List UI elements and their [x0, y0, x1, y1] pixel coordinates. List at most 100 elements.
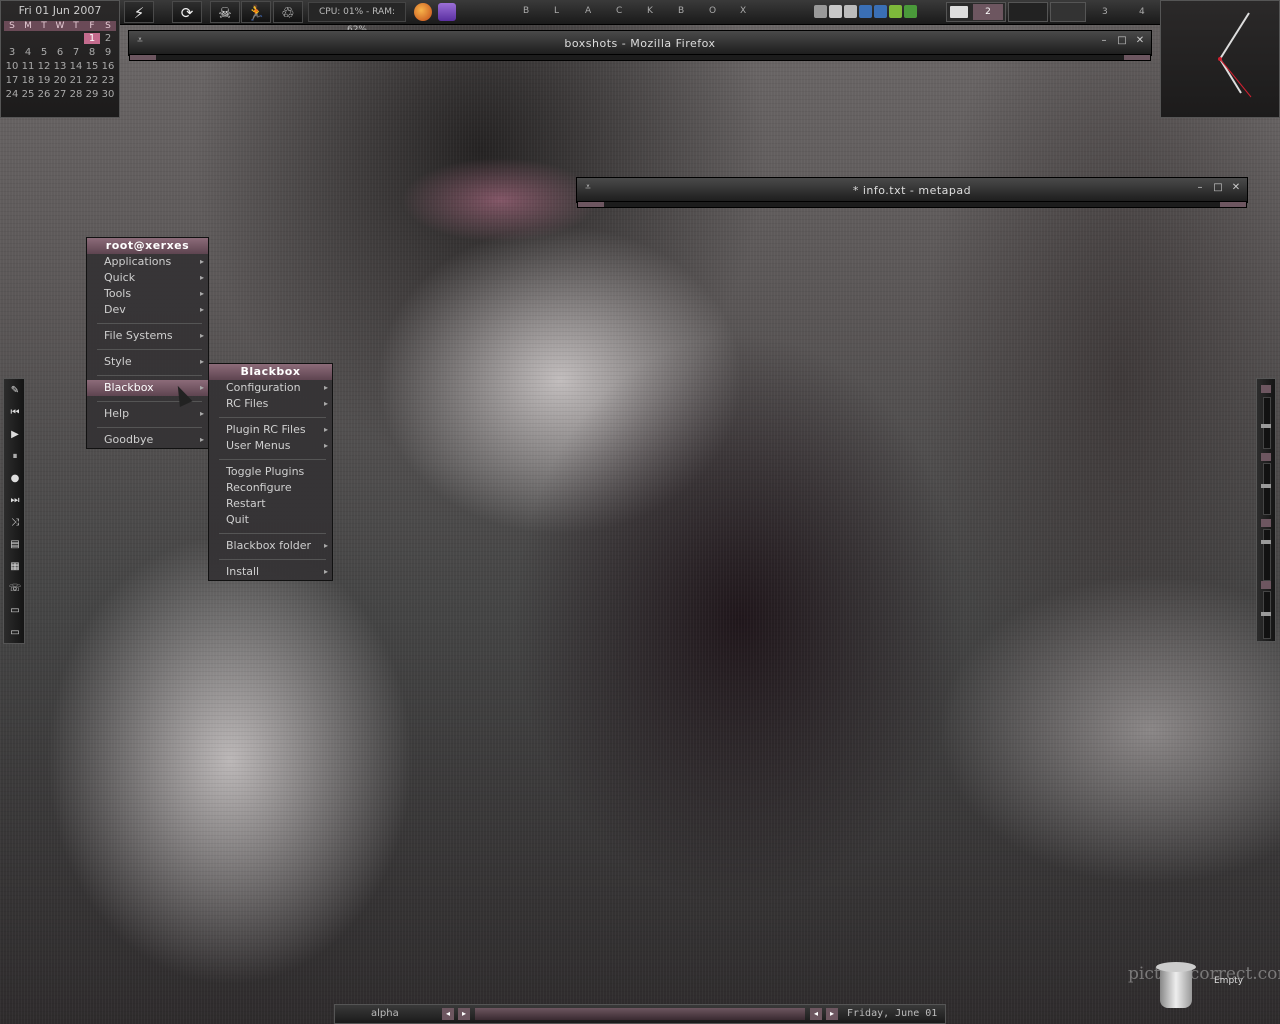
calendar-day[interactable]: 2 — [100, 33, 116, 44]
menu-item-style[interactable]: Style — [87, 354, 208, 370]
resize-grip-right[interactable] — [1124, 55, 1150, 60]
workspace-letter[interactable]: A — [585, 6, 592, 16]
chart-icon[interactable]: ▦ — [7, 559, 23, 575]
calendar-day[interactable]: 26 — [36, 89, 52, 100]
menu-item-plugin-rc-files[interactable]: Plugin RC Files — [209, 422, 332, 438]
calendar-day[interactable]: 23 — [100, 75, 116, 86]
calendar-day[interactable] — [4, 33, 20, 44]
network-icon[interactable] — [814, 5, 827, 18]
prev-workspace-button[interactable]: ◂ — [442, 1008, 454, 1020]
resize-grip-left[interactable] — [130, 55, 156, 60]
trash-icon[interactable] — [1156, 962, 1196, 1008]
menu-item-rc-files[interactable]: RC Files — [209, 396, 332, 412]
calendar-day[interactable]: 20 — [52, 75, 68, 86]
menu-item-dev[interactable]: Dev — [87, 302, 208, 318]
menu-item-help[interactable]: Help — [87, 406, 208, 422]
skip-forward-icon[interactable]: ⏭ — [7, 493, 23, 509]
workspace-pager[interactable]: 3 4 — [1008, 2, 1158, 22]
mixer-knob[interactable] — [1261, 540, 1271, 544]
monitor-icon[interactable]: ▭ — [7, 625, 23, 641]
pen-icon[interactable] — [844, 5, 857, 18]
maximize-icon[interactable]: □ — [1115, 35, 1129, 46]
calendar-day[interactable]: 5 — [36, 47, 52, 58]
mixer-slider-2[interactable] — [1261, 463, 1271, 515]
menu-item-goodbye[interactable]: Goodbye — [87, 432, 208, 448]
minimize-icon[interactable]: – — [1193, 182, 1207, 193]
close-icon[interactable]: ✕ — [1229, 182, 1243, 193]
pager-workspace-1[interactable] — [1008, 2, 1048, 22]
recycle-icon[interactable]: ♲ — [273, 1, 303, 23]
next-window-button[interactable]: ▸ — [826, 1008, 838, 1020]
calendar-day[interactable]: 22 — [84, 75, 100, 86]
lightning-icon[interactable]: ⚡ — [124, 1, 154, 23]
calendar-day[interactable]: 29 — [84, 89, 100, 100]
workspace-letter[interactable]: L — [554, 6, 560, 16]
calendar-day[interactable]: 11 — [20, 61, 36, 72]
menu-item-reconfigure[interactable]: Reconfigure — [209, 480, 332, 496]
calendar-day[interactable]: 30 — [100, 89, 116, 100]
record-icon[interactable]: ● — [7, 471, 23, 487]
menu-item-tools[interactable]: Tools — [87, 286, 208, 302]
maximize-icon[interactable]: □ — [1211, 182, 1225, 193]
calendar-day[interactable] — [20, 33, 36, 44]
alpha-icon[interactable] — [859, 5, 872, 18]
calendar-day[interactable]: 9 — [100, 47, 116, 58]
notepad-icon[interactable] — [438, 3, 456, 21]
refresh-icon[interactable]: ⟳ — [172, 1, 202, 23]
window-handle[interactable] — [129, 54, 1151, 61]
prev-window-button[interactable]: ◂ — [810, 1008, 822, 1020]
workspace-letter[interactable]: B — [523, 6, 530, 16]
menu-item-file-systems[interactable]: File Systems — [87, 328, 208, 344]
mixer-slider-1[interactable] — [1261, 397, 1271, 449]
pager-workspace-2[interactable] — [1050, 2, 1086, 22]
metapad-window-titlebar[interactable]: ⩡ * info.txt - metapad – □ ✕ — [576, 177, 1248, 208]
next-workspace-button[interactable]: ▸ — [458, 1008, 470, 1020]
calendar-day[interactable]: 21 — [68, 75, 84, 86]
mail-widget[interactable]: 2 — [946, 2, 1006, 22]
minimize-icon[interactable]: – — [1097, 35, 1111, 46]
calendar-day[interactable]: 3 — [4, 47, 20, 58]
calendar-day[interactable]: 27 — [52, 89, 68, 100]
spreadsheet-icon[interactable]: ▤ — [7, 537, 23, 553]
menu-item-toggle-plugins[interactable]: Toggle Plugins — [209, 464, 332, 480]
pager-workspace-3[interactable]: 3 — [1102, 7, 1108, 17]
settings-icon[interactable] — [829, 5, 842, 18]
menu-item-configuration[interactable]: Configuration — [209, 380, 332, 396]
calendar-day[interactable]: 17 — [4, 75, 20, 86]
mixer-knob[interactable] — [1261, 612, 1271, 616]
pencil-icon[interactable]: ✎ — [7, 383, 23, 399]
volume-icon[interactable] — [874, 5, 887, 18]
skip-back-icon[interactable]: ⏮ — [7, 405, 23, 421]
workspace-letter[interactable]: B — [678, 6, 685, 16]
calendar-day[interactable]: 12 — [36, 61, 52, 72]
calendar-day[interactable]: 13 — [52, 61, 68, 72]
mixer-knob[interactable] — [1261, 484, 1271, 488]
firefox-icon[interactable] — [414, 3, 432, 21]
menu-item-quick[interactable]: Quick — [87, 270, 208, 286]
update-icon[interactable] — [904, 5, 917, 18]
menu-item-blackbox[interactable]: Blackbox — [87, 380, 208, 396]
calendar-day[interactable] — [52, 33, 68, 44]
mixer-knob[interactable] — [1261, 424, 1271, 428]
calendar-day[interactable]: 24 — [4, 89, 20, 100]
calendar-day[interactable]: 18 — [20, 75, 36, 86]
pager-workspace-4[interactable]: 4 — [1139, 7, 1145, 17]
running-man-icon[interactable]: 🏃 — [241, 1, 271, 23]
calendar-day[interactable]: 19 — [36, 75, 52, 86]
calendar-day[interactable]: 14 — [68, 61, 84, 72]
calendar-day[interactable] — [36, 33, 52, 44]
taskbar-area[interactable] — [475, 1008, 805, 1020]
battery-icon[interactable] — [889, 5, 902, 18]
pause-icon[interactable]: ⏸ — [7, 449, 23, 465]
calendar-day[interactable]: 15 — [84, 61, 100, 72]
calendar-day[interactable]: 8 — [84, 47, 100, 58]
shuffle-icon[interactable]: ⤨ — [7, 515, 23, 531]
calendar-day[interactable]: 10 — [4, 61, 20, 72]
calendar-day[interactable]: 16 — [100, 61, 116, 72]
workspace-letter[interactable]: X — [740, 6, 747, 16]
menu-item-install[interactable]: Install — [209, 564, 332, 580]
calendar-day[interactable] — [68, 33, 84, 44]
workspace-letter[interactable]: O — [709, 6, 717, 16]
modem-icon[interactable]: ☏ — [7, 581, 23, 597]
calendar-day[interactable]: 6 — [52, 47, 68, 58]
